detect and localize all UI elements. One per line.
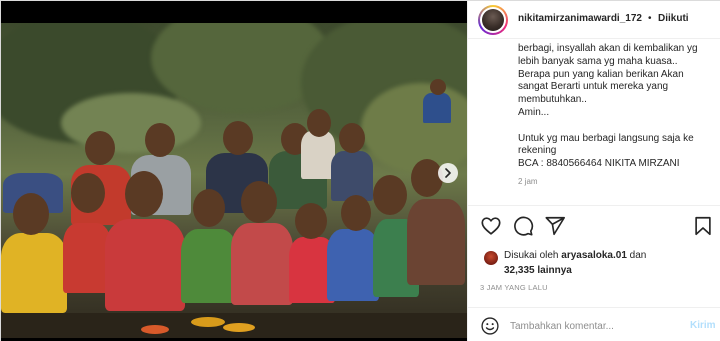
author-avatar[interactable] — [478, 5, 508, 35]
child-head — [295, 203, 327, 239]
instagram-post: nikitamirzanimawardi_172 • Diikuti berba… — [0, 0, 720, 341]
adult-head — [430, 79, 446, 95]
post-timestamp[interactable]: 3 JAM YANG LALU — [480, 283, 548, 292]
post-media[interactable] — [1, 1, 467, 341]
child-head — [145, 123, 175, 157]
comment-input[interactable] — [510, 316, 680, 336]
child-figure — [331, 151, 373, 201]
caption-line: rekening — [518, 145, 557, 157]
child-figure — [63, 223, 111, 293]
bookmark-icon — [695, 216, 711, 236]
avatar-image — [482, 9, 504, 31]
comment-icon — [514, 216, 534, 236]
sandal — [191, 317, 225, 327]
child-head — [373, 175, 407, 215]
caption-line: BCA : 8840566464 NIKITA MIRZANI — [518, 158, 680, 170]
liked-by-conjunction: dan — [626, 250, 647, 261]
child-head — [241, 181, 277, 223]
child-head — [13, 193, 49, 235]
emoji-button[interactable] — [480, 316, 500, 336]
paper-plane-icon — [545, 216, 565, 236]
following-button[interactable]: Diikuti — [658, 13, 689, 24]
child-head — [71, 173, 105, 213]
child-figure — [301, 131, 335, 179]
caption-time: 2 jam — [518, 176, 538, 186]
post-comment-button[interactable]: Kirim — [690, 320, 716, 331]
action-bar — [468, 207, 720, 243]
sandal — [223, 323, 255, 332]
child-figure — [407, 199, 465, 285]
comment-form: Kirim — [468, 308, 720, 341]
child-head — [341, 195, 371, 231]
child-figure — [1, 233, 67, 313]
sandal — [141, 325, 169, 334]
child-head — [223, 121, 253, 155]
child-head — [307, 109, 331, 137]
author-username[interactable]: nikitamirzanimawardi_172 — [518, 13, 642, 24]
heart-icon — [481, 217, 501, 235]
child-head — [85, 131, 115, 165]
child-head — [193, 189, 225, 227]
child-figure — [327, 229, 379, 301]
child-figure — [181, 229, 237, 303]
foliage — [361, 83, 467, 173]
liked-by-line: Disukai oleh aryasaloka.01 dan — [504, 250, 646, 261]
header-separator: • — [648, 13, 652, 24]
likes-summary: Disukai oleh aryasaloka.01 dan 32,335 la… — [468, 247, 720, 281]
post-photo — [1, 23, 467, 339]
child-head — [125, 171, 163, 217]
caption-line: lebih banyak sama yg maha kuasa.. — [518, 55, 678, 67]
caption-line: Berapa pun yang kalian berikan Akan — [518, 68, 684, 80]
caption-line: Untuk yg mau berbagi langsung saja ke — [518, 132, 694, 144]
liker-avatar[interactable] — [484, 251, 498, 265]
liker-username[interactable]: aryasaloka.01 — [561, 250, 627, 261]
foliage — [61, 93, 201, 153]
media-top-letterbox — [1, 1, 467, 23]
likes-suffix: lainnya — [534, 265, 572, 276]
child-figure — [231, 223, 293, 305]
carousel-next-button[interactable] — [438, 163, 458, 183]
adult-figure — [423, 93, 451, 123]
others-liked-link[interactable]: 32,335 lainnya — [504, 265, 572, 276]
child-head — [411, 159, 443, 197]
post-header: nikitamirzanimawardi_172 • Diikuti — [468, 1, 720, 39]
caption-line: sangat Berarti untuk mereka yang — [518, 81, 669, 93]
save-button[interactable] — [692, 215, 714, 237]
smiley-icon — [481, 317, 499, 335]
caption-line: Amin... — [518, 106, 550, 118]
likes-count: 32,335 — [504, 265, 535, 276]
chevron-right-icon — [445, 168, 451, 178]
divider — [468, 205, 720, 206]
post-caption: berbagi, insyallah akan di kembalikan yg… — [518, 43, 714, 205]
post-side-panel: nikitamirzanimawardi_172 • Diikuti berba… — [467, 1, 720, 341]
child-head — [339, 123, 365, 153]
share-button[interactable] — [544, 215, 566, 237]
comment-button[interactable] — [512, 215, 534, 237]
liked-by-prefix: Disukai oleh — [504, 250, 562, 261]
child-figure — [105, 219, 185, 311]
caption-line: membutuhkan.. — [518, 94, 587, 106]
caption-line: berbagi, insyallah akan di kembalikan yg — [518, 43, 698, 54]
like-button[interactable] — [480, 215, 502, 237]
